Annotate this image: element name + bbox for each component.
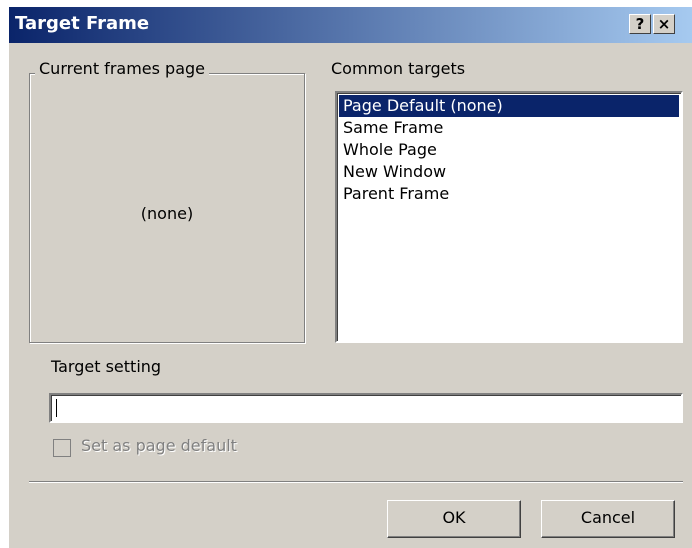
common-targets-label: Common targets [331,59,466,78]
target-setting-input[interactable] [49,393,683,423]
current-frames-group: (none) [29,73,305,343]
ok-button[interactable]: OK [387,500,521,538]
help-button[interactable]: ? [629,14,651,34]
set-page-default-label: Set as page default [81,436,237,455]
common-targets-list[interactable]: Page Default (none) Same Frame Whole Pag… [335,91,683,343]
current-frames-label: Current frames page [35,59,210,78]
title-bar[interactable]: Target Frame ? × [9,7,692,43]
cancel-button[interactable]: Cancel [541,500,675,538]
list-item-same-frame[interactable]: Same Frame [339,117,679,139]
target-frame-dialog: Target Frame ? × (none) Current frames p… [8,6,692,548]
window-title: Target Frame [15,13,150,34]
list-item-whole-page[interactable]: Whole Page [339,139,679,161]
close-button[interactable]: × [653,14,675,34]
set-page-default-checkbox[interactable] [53,439,71,457]
current-frames-value: (none) [140,204,194,223]
text-caret [56,399,57,417]
separator [29,481,683,483]
list-item-page-default[interactable]: Page Default (none) [339,95,679,117]
list-item-parent-frame[interactable]: Parent Frame [339,183,679,205]
list-item-new-window[interactable]: New Window [339,161,679,183]
target-setting-label: Target setting [51,357,162,376]
